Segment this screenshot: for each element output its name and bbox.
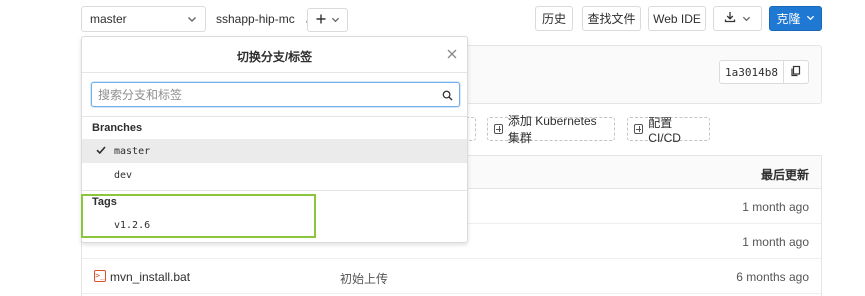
copy-icon <box>790 65 802 80</box>
commit-sha[interactable]: 1a3014b8 <box>719 60 784 84</box>
branch-item-label: dev <box>114 169 133 181</box>
branch-search-input[interactable] <box>91 82 460 107</box>
branch-switcher-label: master <box>90 12 127 26</box>
table-row[interactable]: >_ mvn_install.bat 初始上传 6 months ago <box>82 259 821 294</box>
find-file-button[interactable]: 查找文件 <box>582 6 641 31</box>
chevron-down-icon <box>331 15 340 26</box>
add-to-tree-button[interactable] <box>307 8 348 32</box>
add-kubernetes-button[interactable]: 添加 Kubernetes 集群 <box>487 114 615 145</box>
chevron-down-icon <box>742 12 751 26</box>
check-icon <box>96 145 106 155</box>
add-kubernetes-label: 添加 Kubernetes 集群 <box>507 114 597 145</box>
search-icon <box>442 90 453 101</box>
breadcrumb: sshapp-hip-mc / <box>216 12 309 26</box>
breadcrumb-project[interactable]: sshapp-hip-mc <box>216 12 295 26</box>
row-updated: 6 months ago <box>736 270 809 284</box>
chevron-down-icon <box>187 14 197 24</box>
web-ide-button[interactable]: Web IDE <box>648 6 706 31</box>
divider <box>82 72 467 73</box>
branch-switcher[interactable]: master <box>81 6 206 32</box>
divider <box>82 116 467 117</box>
branches-header: Branches <box>92 122 143 134</box>
row-updated: 1 month ago <box>742 200 809 214</box>
branch-item-dev[interactable]: dev <box>82 163 467 187</box>
file-name[interactable]: mvn_install.bat <box>110 270 190 284</box>
annotation-highlight-box <box>81 194 316 238</box>
dropdown-title: 切换分支/标签 <box>236 50 313 64</box>
download-button[interactable] <box>713 6 762 31</box>
copy-sha-button[interactable] <box>783 60 809 84</box>
clone-button-label: 克隆 <box>776 12 801 26</box>
branch-item-master[interactable]: master <box>82 139 467 163</box>
clone-button[interactable]: 克隆 <box>769 6 822 31</box>
divider <box>82 190 467 191</box>
setup-cicd-label: 配置 CI/CD <box>648 115 681 145</box>
setup-cicd-button[interactable]: 配置 CI/CD <box>627 116 710 145</box>
plus-square-icon <box>494 124 503 134</box>
row-updated: 1 month ago <box>742 235 809 249</box>
plus-square-icon <box>634 124 644 134</box>
commit-message[interactable]: 初始上传 <box>340 270 388 287</box>
terminal-file-icon: >_ <box>94 270 106 282</box>
branch-item-label: master <box>114 145 151 157</box>
download-icon <box>724 11 736 26</box>
chevron-down-icon <box>806 13 815 24</box>
plus-icon <box>316 12 326 28</box>
close-icon[interactable] <box>447 47 457 61</box>
column-last-update: 最后更新 <box>760 168 809 182</box>
history-button[interactable]: 历史 <box>535 6 573 31</box>
